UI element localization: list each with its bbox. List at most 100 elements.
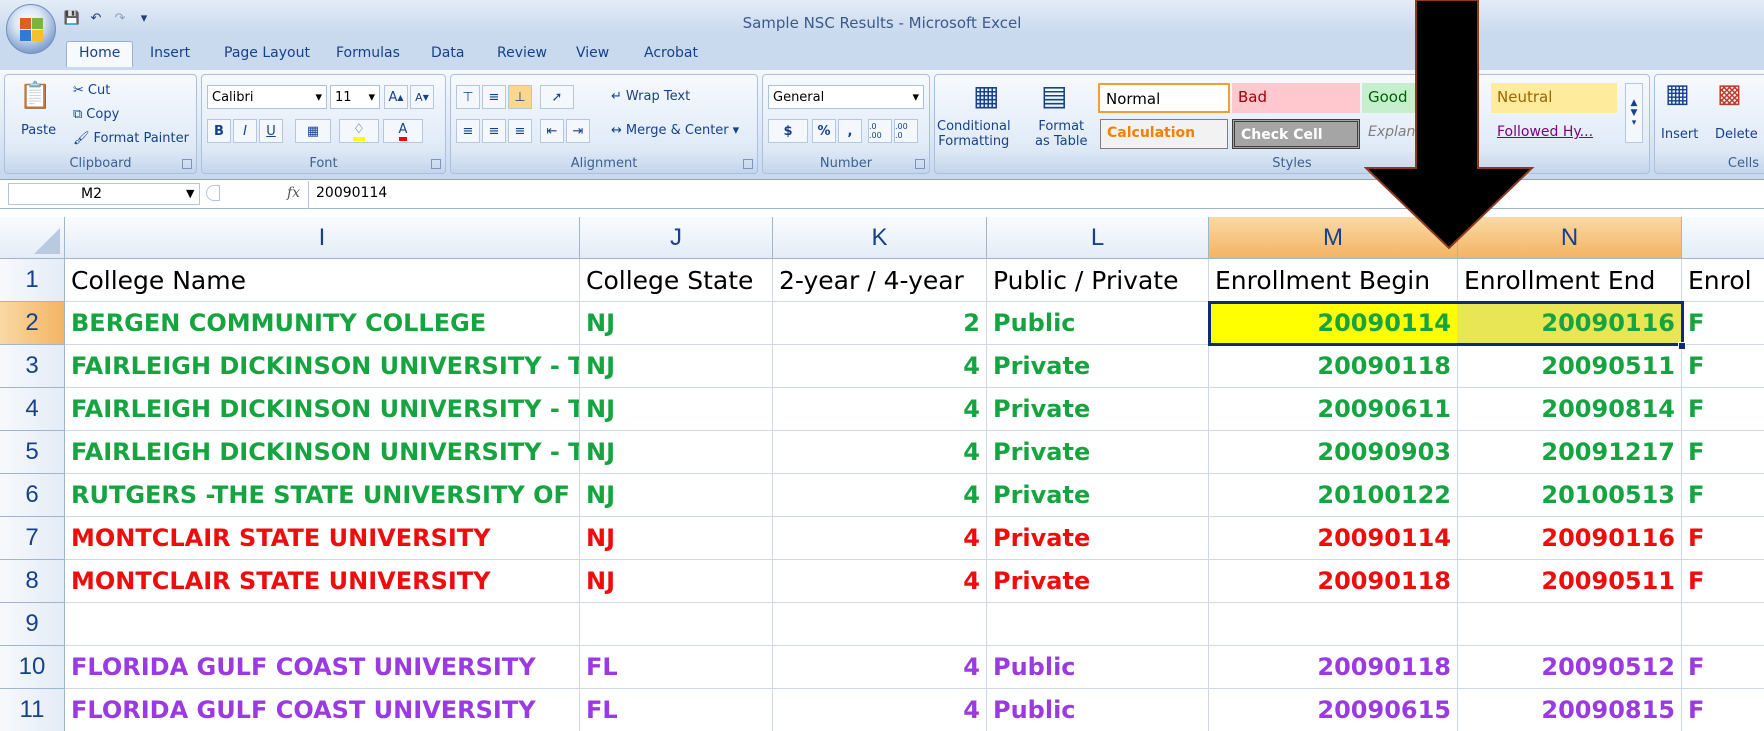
cell-year-type[interactable]: 4 [773,560,987,603]
cell-enrollment-status[interactable]: F [1682,474,1764,517]
cell-college-name[interactable]: FLORIDA GULF COAST UNIVERSITY [65,646,580,689]
cell-public-private[interactable]: Private [987,388,1209,431]
tab-page-layout[interactable]: Page Layout [224,45,310,61]
fill-color-button[interactable]: ♢ [339,119,379,143]
cell-year-type[interactable]: 2 [773,302,987,345]
row-header-10[interactable]: 10 [0,646,65,689]
tab-view[interactable]: View [576,45,609,61]
cell-public-private[interactable]: Private [987,560,1209,603]
name-box-dropdown-icon[interactable]: ▼ [186,187,194,200]
tab-review[interactable]: Review [497,45,547,61]
tab-data[interactable]: Data [431,45,464,61]
cell-public-private[interactable]: Public [987,302,1209,345]
font-size-select[interactable]: 11 ▾ [330,85,380,109]
cell-public-private[interactable]: Public [987,689,1209,731]
cell-enrollment-begin[interactable] [1209,603,1458,646]
name-box[interactable]: M2 [8,183,200,205]
decrease-indent-button[interactable]: ⇤ [540,119,564,143]
formula-input[interactable]: 20090114 [316,185,387,201]
column-header-o[interactable] [1682,217,1764,259]
cell-public-private[interactable]: Private [987,345,1209,388]
underline-button[interactable]: U [259,119,283,143]
cell-college-state[interactable]: NJ [580,302,773,345]
cell-enrollment-begin[interactable]: 20090615 [1209,689,1458,731]
row-header-8[interactable]: 8 [0,560,65,603]
row-header-9[interactable]: 9 [0,603,65,646]
cell-enrollment-status[interactable]: F [1682,689,1764,731]
cell-public-private[interactable]: Private [987,517,1209,560]
style-bad[interactable]: Bad [1232,83,1360,113]
cell-year-type[interactable]: 4 [773,474,987,517]
wrap-text-button[interactable]: ↵ Wrap Text [611,89,690,104]
cell-enrollment-status[interactable]: F [1682,345,1764,388]
tab-formulas[interactable]: Formulas [336,45,400,61]
cell-year-type[interactable]: 4 [773,388,987,431]
style-calculation[interactable]: Calculation [1100,119,1228,149]
italic-button[interactable]: I [233,119,257,143]
header-cell-year-type[interactable]: 2-year / 4-year [773,259,987,302]
format-as-table-button[interactable]: Format as Table [1035,119,1088,149]
paste-icon[interactable]: 📋 [19,81,51,111]
tab-acrobat[interactable]: Acrobat [644,45,698,61]
cell-public-private[interactable] [987,603,1209,646]
cell-college-name[interactable]: FAIRLEIGH DICKINSON UNIVERSITY - T [65,431,580,474]
cell-enrollment-end[interactable]: 20090116 [1458,517,1682,560]
row-header-5[interactable]: 5 [0,431,65,474]
cell-college-name[interactable]: BERGEN COMMUNITY COLLEGE [65,302,580,345]
paste-button[interactable]: Paste [21,123,56,138]
cell-enrollment-end[interactable]: 20090511 [1458,345,1682,388]
cell-enrollment-status[interactable]: F [1682,388,1764,431]
number-format-select[interactable]: General ▾ [768,85,924,109]
cell-year-type[interactable]: 4 [773,517,987,560]
cell-enrollment-status[interactable] [1682,603,1764,646]
column-header-j[interactable]: J [580,217,773,259]
cell-college-name[interactable]: MONTCLAIR STATE UNIVERSITY [65,517,580,560]
header-cell-public-private[interactable]: Public / Private [987,259,1209,302]
formula-bar-splitter[interactable] [206,185,220,201]
cell-enrollment-begin[interactable]: 20090118 [1209,345,1458,388]
header-cell-enrollment-status[interactable]: Enrol [1682,259,1764,302]
cell-enrollment-begin[interactable]: 20100122 [1209,474,1458,517]
font-family-select[interactable]: Calibri ▾ [207,85,327,109]
cell-year-type[interactable]: 4 [773,345,987,388]
cell-enrollment-begin[interactable]: 20090903 [1209,431,1458,474]
insert-cells-button[interactable]: Insert [1661,127,1698,142]
align-top-button[interactable]: ⊤ [456,85,480,109]
cell-enrollment-status[interactable]: F [1682,560,1764,603]
cell-enrollment-begin[interactable]: 20090114 [1209,517,1458,560]
bold-button[interactable]: B [207,119,231,143]
cell-enrollment-end[interactable]: 20091217 [1458,431,1682,474]
cell-enrollment-begin[interactable]: 20090118 [1209,646,1458,689]
cell-college-state[interactable]: NJ [580,345,773,388]
row-header-7[interactable]: 7 [0,517,65,560]
orientation-button[interactable]: ➚ [540,85,574,109]
cell-year-type[interactable] [773,603,987,646]
row-header-6[interactable]: 6 [0,474,65,517]
increase-decimal-button[interactable]: .0 .00 [868,119,892,143]
number-launcher-icon[interactable] [915,159,925,169]
cell-enrollment-end[interactable]: 20100513 [1458,474,1682,517]
cell-college-name[interactable]: MONTCLAIR STATE UNIVERSITY [65,560,580,603]
delete-cells-button[interactable]: Delete [1715,127,1758,142]
fill-handle[interactable] [1678,342,1686,350]
alignment-launcher-icon[interactable] [743,159,753,169]
cell-college-name[interactable]: FLORIDA GULF COAST UNIVERSITY [65,689,580,731]
cell-enrollment-end[interactable]: 20090512 [1458,646,1682,689]
column-header-l[interactable]: L [987,217,1209,259]
row-header-4[interactable]: 4 [0,388,65,431]
tab-home[interactable]: Home [66,41,134,67]
style-normal[interactable]: Normal [1098,83,1230,113]
align-right-button[interactable]: ≡ [508,119,532,143]
align-center-button[interactable]: ≡ [482,119,506,143]
cell-public-private[interactable]: Private [987,431,1209,474]
cell-enrollment-end[interactable]: 20090815 [1458,689,1682,731]
cell-college-state[interactable]: NJ [580,474,773,517]
cell-college-state[interactable]: FL [580,689,773,731]
cell-enrollment-end[interactable]: 20090511 [1458,560,1682,603]
borders-button[interactable]: ▦ [295,119,331,143]
cell-enrollment-begin[interactable]: 20090118 [1209,560,1458,603]
cell-enrollment-status[interactable]: F [1682,646,1764,689]
copy-button[interactable]: ⧉ Copy [73,107,119,122]
percent-button[interactable]: % [812,119,836,143]
align-middle-button[interactable]: ≡ [482,85,506,109]
